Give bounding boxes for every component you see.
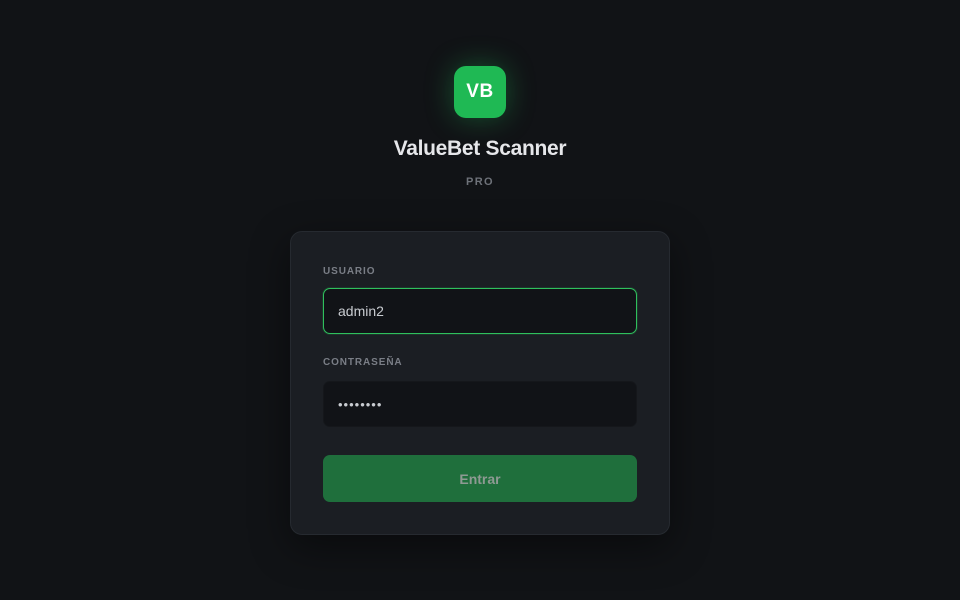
username-input[interactable]	[323, 288, 637, 334]
login-page: VB ValueBet Scanner PRO USUARIO CONTRASE…	[0, 0, 960, 600]
app-tier-badge: PRO	[465, 176, 495, 188]
logo-text: VB	[466, 81, 494, 102]
app-title: ValueBet Scanner	[393, 137, 567, 160]
login-card: USUARIO CONTRASEÑA Entrar	[290, 231, 670, 535]
username-label: USUARIO	[323, 266, 376, 277]
login-button[interactable]: Entrar	[323, 455, 637, 502]
password-label: CONTRASEÑA	[323, 357, 403, 368]
password-input[interactable]	[323, 381, 637, 427]
app-logo: VB	[454, 66, 506, 118]
